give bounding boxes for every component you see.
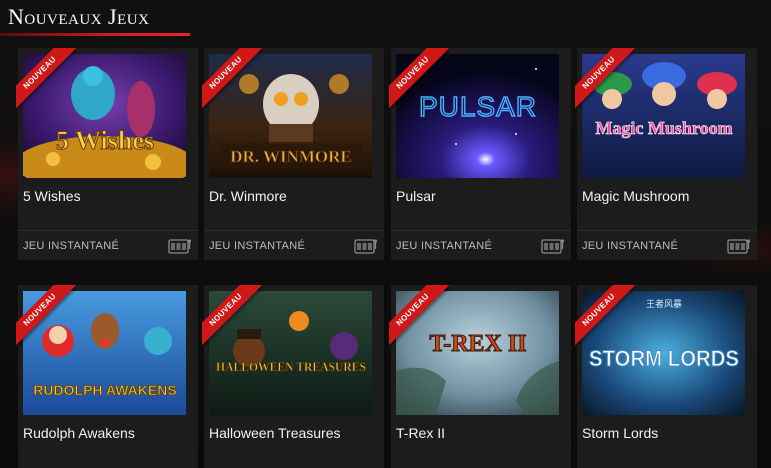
section-title: Nouveaux Jeux — [8, 4, 150, 29]
game-type-label: JEU INSTANTANÉ — [209, 240, 306, 252]
game-thumbnail[interactable]: 王者风暴 STORM LORDS — [582, 291, 745, 415]
game-title[interactable]: T-Rex II — [396, 425, 445, 441]
art-title: STORM LORDS — [589, 346, 739, 371]
game-card-dr-winmore[interactable]: DR. WINMORE NOUVEAU Dr. Winmore JEU INST… — [202, 48, 384, 260]
game-title[interactable]: Pulsar — [396, 188, 436, 204]
game-type-label: JEU INSTANTANÉ — [396, 240, 493, 252]
art-title: Magic Mushroom — [595, 118, 732, 138]
game-thumbnail[interactable]: DR. WINMORE — [209, 54, 372, 178]
game-thumbnail[interactable]: PULSAR — [396, 54, 559, 178]
game-thumbnail[interactable]: RUDOLPH AWAKENS — [23, 291, 186, 415]
art-title: DR. WINMORE — [230, 147, 352, 166]
game-title[interactable]: Halloween Treasures — [209, 425, 341, 441]
game-card-rudolph-awakens[interactable]: RUDOLPH AWAKENS NOUVEAU Rudolph Awakens — [16, 285, 198, 468]
game-thumbnail[interactable]: Magic Mushroom — [582, 54, 745, 178]
game-thumbnail[interactable]: HALLOWEEN TREASURES — [209, 291, 372, 415]
game-art-5-wishes: 5 Wishes — [23, 54, 186, 178]
game-card-storm-lords[interactable]: 王者风暴 STORM LORDS NOUVEAU Storm Lords — [575, 285, 757, 468]
game-art-magic-mushroom: Magic Mushroom — [582, 54, 745, 178]
slot-machine-icon — [354, 239, 378, 254]
game-art-t-rex-ii: T-REX II — [396, 291, 559, 415]
game-title[interactable]: Storm Lords — [582, 425, 658, 441]
game-art-pulsar: PULSAR — [396, 54, 559, 178]
slot-machine-icon — [727, 239, 751, 254]
game-title[interactable]: Magic Mushroom — [582, 188, 689, 204]
game-card-halloween-treasures[interactable]: HALLOWEEN TREASURES NOUVEAU Halloween Tr… — [202, 285, 384, 468]
game-title[interactable]: Dr. Winmore — [209, 188, 287, 204]
game-title[interactable]: Rudolph Awakens — [23, 425, 135, 441]
card-footer: JEU INSTANTANÉ — [204, 230, 384, 260]
game-type-label: JEU INSTANTANÉ — [23, 240, 120, 252]
art-title: T-REX II — [429, 331, 526, 357]
game-card-5-wishes[interactable]: 5 Wishes NOUVEAU 5 Wishes JEU INSTANTANÉ — [16, 48, 198, 260]
art-title: 5 Wishes — [56, 126, 154, 155]
game-type-label: JEU INSTANTANÉ — [582, 240, 679, 252]
game-title[interactable]: 5 Wishes — [23, 188, 81, 204]
art-title: RUDOLPH AWAKENS — [33, 382, 176, 398]
game-card-magic-mushroom[interactable]: Magic Mushroom NOUVEAU Magic Mushroom JE… — [575, 48, 757, 260]
slot-machine-icon — [541, 239, 565, 254]
slot-machine-icon — [168, 239, 192, 254]
card-footer: JEU INSTANTANÉ — [18, 230, 198, 260]
game-art-halloween-treasures: HALLOWEEN TREASURES — [209, 291, 372, 415]
art-title: HALLOWEEN TREASURES — [216, 359, 366, 374]
game-card-pulsar[interactable]: PULSAR NOUVEAU Pulsar JEU INSTANTANÉ — [389, 48, 571, 260]
game-card-t-rex-ii[interactable]: T-REX II NOUVEAU T-Rex II — [389, 285, 571, 468]
game-thumbnail[interactable]: T-REX II — [396, 291, 559, 415]
section-title-underline — [0, 33, 190, 36]
game-art-dr-winmore: DR. WINMORE — [209, 54, 372, 178]
art-title: PULSAR — [419, 91, 537, 122]
game-thumbnail[interactable]: 5 Wishes — [23, 54, 186, 178]
game-art-rudolph-awakens: RUDOLPH AWAKENS — [23, 291, 186, 415]
card-footer: JEU INSTANTANÉ — [577, 230, 757, 260]
card-footer: JEU INSTANTANÉ — [391, 230, 571, 260]
game-art-storm-lords: 王者风暴 STORM LORDS — [582, 291, 745, 415]
art-subtitle: 王者风暴 — [646, 299, 682, 310]
